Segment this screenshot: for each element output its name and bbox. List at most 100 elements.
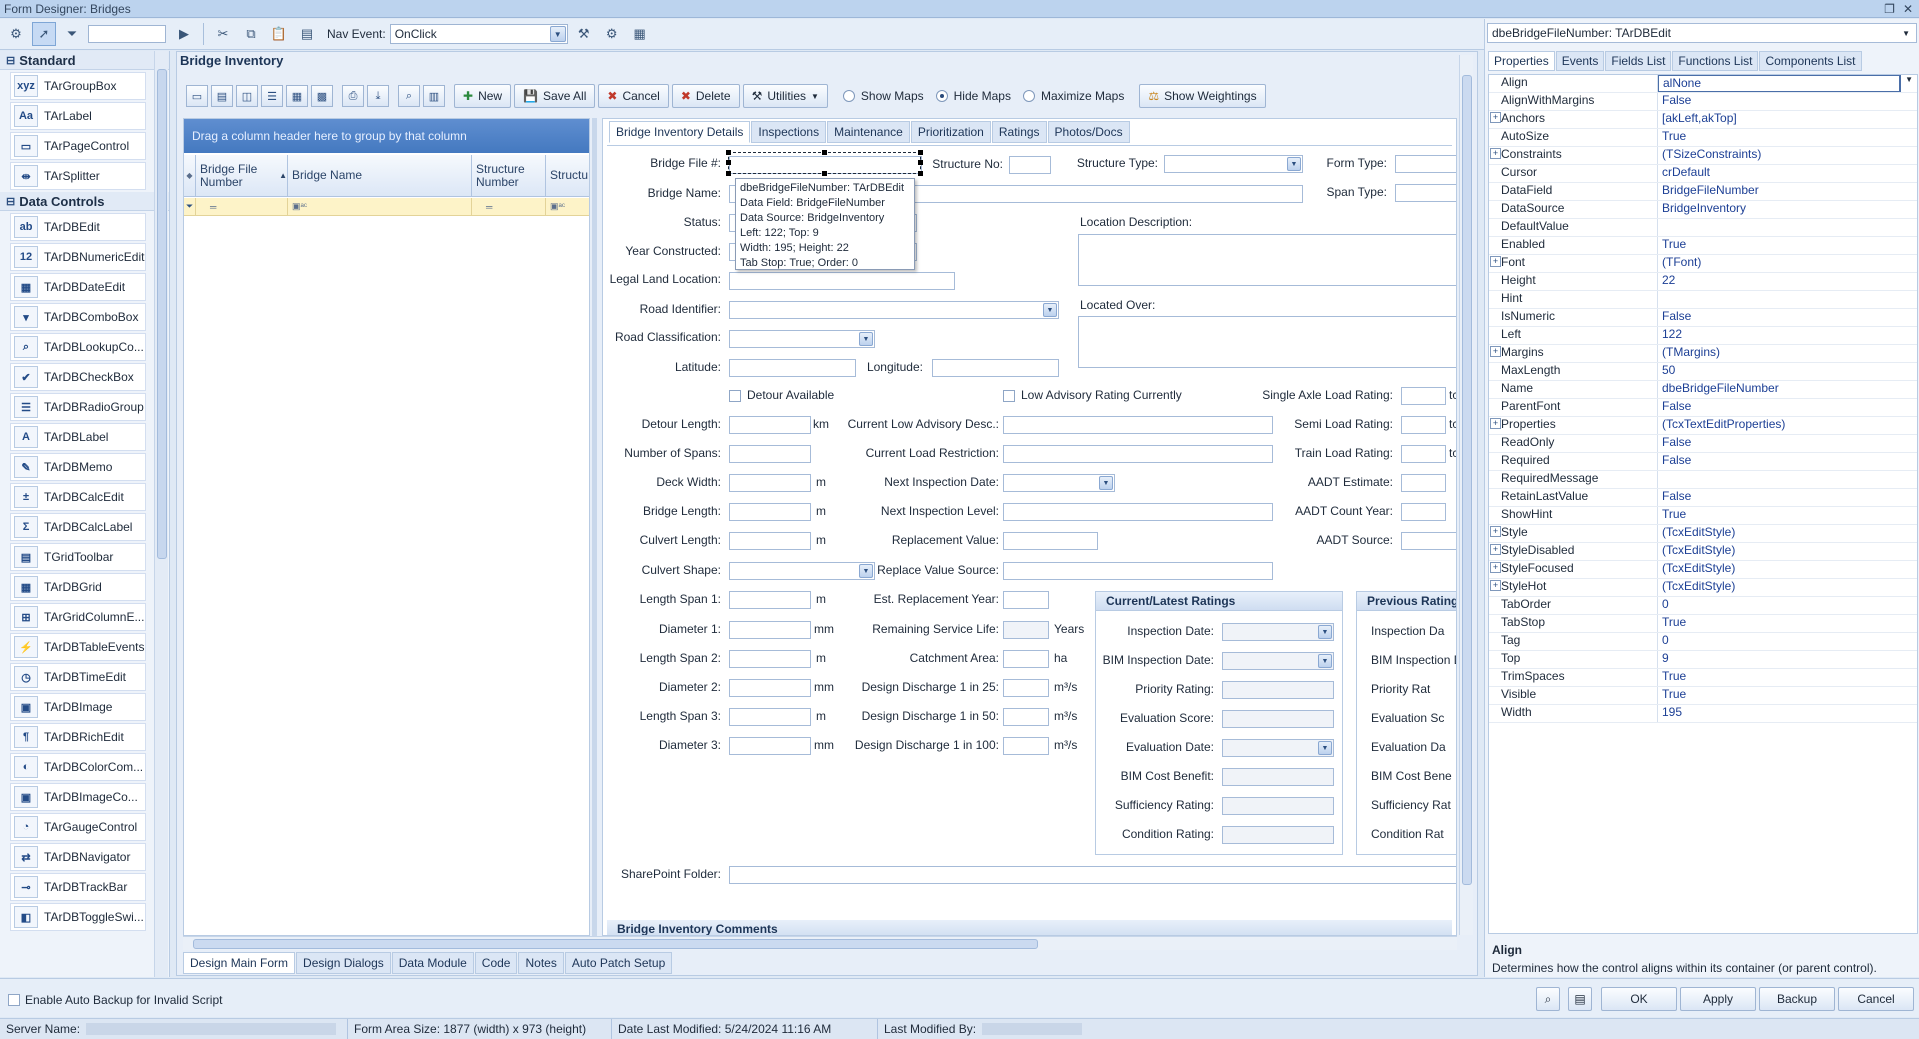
property-value[interactable]: alNone <box>1658 75 1901 92</box>
bottom-tab-data-module[interactable]: Data Module <box>391 952 474 974</box>
property-value[interactable]: True <box>1658 669 1917 686</box>
filter-cell[interactable]: ▣ᵃᶜ <box>546 198 589 215</box>
tab-maintenance[interactable]: Maintenance <box>827 121 910 143</box>
column-header-structure-number[interactable]: Structure Number <box>472 155 546 196</box>
longitude-input[interactable] <box>932 359 1059 377</box>
property-value[interactable]: (TMargins) <box>1658 345 1917 362</box>
tab-ratings[interactable]: Ratings <box>991 121 1047 143</box>
detour-available-checkbox[interactable] <box>729 390 741 402</box>
latitude-input[interactable] <box>729 359 856 377</box>
palette-section-title[interactable]: ⊟ Data Controls <box>0 192 169 211</box>
bottom-tab-notes[interactable]: Notes <box>518 952 564 974</box>
palette-item[interactable]: ⇄ TArDBNavigator <box>10 843 146 871</box>
property-row[interactable]: Cursor crDefault <box>1489 165 1917 183</box>
property-value[interactable]: (TcxEditStyle) <box>1658 525 1917 542</box>
resize-handle[interactable] <box>726 150 731 155</box>
inspector-tab-fields-list[interactable]: Fields List <box>1605 51 1672 71</box>
chevron-down-icon[interactable]: ▼ <box>1318 625 1332 639</box>
aadt-estimate-input[interactable] <box>1401 474 1446 492</box>
event-code-icon[interactable]: ⚙ <box>600 22 624 46</box>
palette-item[interactable]: ▾ TArDBComboBox <box>10 303 146 331</box>
single-axle-load-input[interactable] <box>1401 387 1446 405</box>
palette-item[interactable]: ▭ TArPageControl <box>10 132 146 160</box>
chevron-down-icon[interactable]: ▼ <box>1902 29 1916 38</box>
palette-item[interactable]: ◔ TArGaugeControl <box>10 813 146 841</box>
property-row[interactable]: Top 9 <box>1489 651 1917 669</box>
property-row[interactable]: RetainLastValue False <box>1489 489 1917 507</box>
property-value[interactable] <box>1658 471 1917 488</box>
rating-input[interactable] <box>1222 768 1334 786</box>
ok-button[interactable]: OK <box>1601 987 1677 1011</box>
property-value[interactable]: True <box>1658 129 1917 146</box>
property-row[interactable]: RequiredMessage <box>1489 471 1917 489</box>
property-row[interactable]: DataSource BridgeInventory <box>1489 201 1917 219</box>
chevron-down-icon[interactable]: ▼ <box>1900 75 1917 92</box>
property-value[interactable]: 122 <box>1658 327 1917 344</box>
print-icon[interactable]: ⎙ <box>342 85 364 107</box>
property-row[interactable]: DefaultValue <box>1489 219 1917 237</box>
export-icon[interactable]: ⤓ <box>367 85 389 107</box>
palette-item[interactable]: ▣ TArDBImage <box>10 693 146 721</box>
road-identifier-select[interactable] <box>729 301 1059 319</box>
radio-indicator[interactable] <box>1022 90 1035 102</box>
palette-search-input[interactable] <box>88 25 166 43</box>
property-value[interactable]: BridgeInventory <box>1658 201 1917 218</box>
chevron-down-icon[interactable]: ▼ <box>1043 303 1057 317</box>
bottom-tab-auto-patch-setup[interactable]: Auto Patch Setup <box>564 952 673 974</box>
property-row[interactable]: IsNumeric False <box>1489 309 1917 327</box>
event-edit-icon[interactable]: ⚒ <box>572 22 596 46</box>
view-form-icon[interactable]: ▭ <box>186 85 208 107</box>
palette-item[interactable]: ab TArDBEdit <box>10 213 146 241</box>
palette-item[interactable]: ± TArDBCalcEdit <box>10 483 146 511</box>
replacement-value-input[interactable] <box>1003 532 1098 550</box>
palette-item[interactable]: ⊞ TArGridColumnE... <box>10 603 146 631</box>
palette-item[interactable]: ▣ TArDBImageCo... <box>10 783 146 811</box>
palette-item[interactable]: ¶ TArDBRichEdit <box>10 723 146 751</box>
form-vertical-scrollbar[interactable] <box>1459 55 1473 935</box>
chevron-down-icon[interactable]: ▼ <box>549 26 566 42</box>
form-type-input[interactable] <box>1395 155 1456 173</box>
paste-icon[interactable]: 📋 <box>267 22 291 46</box>
property-row[interactable]: Tag 0 <box>1489 633 1917 651</box>
property-value[interactable]: BridgeFileNumber <box>1658 183 1917 200</box>
rating-input[interactable] <box>1222 797 1334 815</box>
property-value[interactable]: (TcxEditStyle) <box>1658 579 1917 596</box>
chevron-down-icon[interactable]: ▼ <box>1287 157 1301 171</box>
culvert-length-input[interactable] <box>729 532 811 550</box>
property-row[interactable]: Enabled True <box>1489 237 1917 255</box>
collapse-icon[interactable]: ⊟ <box>6 54 15 67</box>
culvert-shape-input[interactable] <box>729 562 875 580</box>
aadt-source-input[interactable] <box>1401 532 1456 550</box>
current-low-adv-input[interactable] <box>1003 416 1273 434</box>
inspector-tab-properties[interactable]: Properties <box>1488 51 1555 71</box>
report-icon[interactable]: ▥ <box>423 85 445 107</box>
length-span-1-input[interactable] <box>729 591 811 609</box>
current-load-restr-input[interactable] <box>1003 445 1273 463</box>
property-value[interactable]: 9 <box>1658 651 1917 668</box>
layout-icon[interactable]: ▤ <box>1568 987 1592 1011</box>
property-value[interactable]: (TcxEditStyle) <box>1658 561 1917 578</box>
find-icon[interactable]: ⌕ <box>398 85 420 107</box>
map-option-radio[interactable]: Hide Maps <box>935 89 1011 103</box>
chevron-down-icon[interactable]: ▼ <box>859 332 873 346</box>
next-insp-level-input[interactable] <box>1003 503 1273 521</box>
property-row[interactable]: Required False <box>1489 453 1917 471</box>
semi-load-input[interactable] <box>1401 416 1446 434</box>
palette-item[interactable]: ⚡ TArDBTableEvents <box>10 633 146 661</box>
resize-handle[interactable] <box>918 160 923 165</box>
property-row[interactable]: Constraints(TSizeConstraints) <box>1489 147 1917 165</box>
property-row[interactable]: TabStop True <box>1489 615 1917 633</box>
property-value[interactable]: False <box>1658 489 1917 506</box>
chevron-down-icon[interactable]: ▼ <box>1318 741 1332 755</box>
property-value[interactable]: 22 <box>1658 273 1917 290</box>
restore-icon[interactable]: ❐ <box>1884 2 1895 16</box>
palette-item[interactable]: ✎ TArDBMemo <box>10 453 146 481</box>
view-cards-icon[interactable]: ▩ <box>311 85 333 107</box>
property-value[interactable]: True <box>1658 507 1917 524</box>
property-row[interactable]: Style(TcxEditStyle) <box>1489 525 1917 543</box>
inspector-tab-components-list[interactable]: Components List <box>1759 51 1862 71</box>
filter-icon[interactable]: ⏷ <box>60 22 84 46</box>
property-row[interactable]: Name dbeBridgeFileNumber <box>1489 381 1917 399</box>
palette-item[interactable]: Aa TArLabel <box>10 102 146 130</box>
property-row[interactable]: AutoSize True <box>1489 129 1917 147</box>
